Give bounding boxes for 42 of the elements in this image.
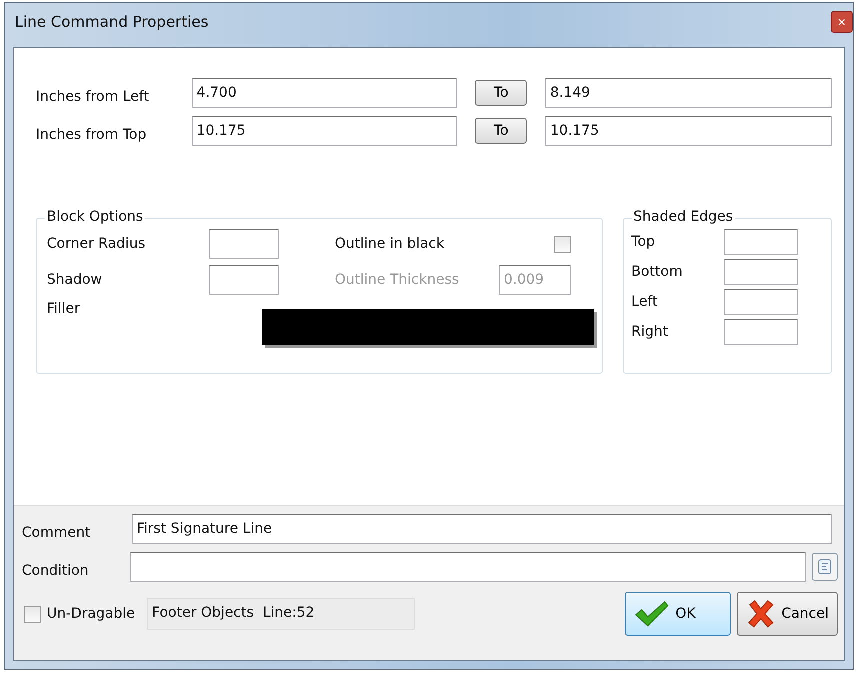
field-label: Corner Radius: [47, 236, 146, 252]
to-button[interactable]: To: [475, 118, 528, 144]
field-label: Outline Thickness: [334, 272, 460, 288]
field-label: Outline in black: [334, 236, 446, 252]
field-label: Left: [632, 294, 659, 310]
input-field[interactable]: [130, 552, 806, 582]
checkbox[interactable]: [554, 236, 571, 252]
close-button[interactable]: ×: [831, 11, 853, 33]
input-field[interactable]: [724, 229, 798, 255]
field-label: Right: [632, 324, 670, 340]
window-title: Line Command Properties: [15, 13, 210, 31]
cross-icon: [746, 599, 776, 629]
color-button[interactable]: [262, 309, 594, 345]
field-label: Bottom: [632, 264, 684, 280]
group-title: Block Options: [45, 209, 146, 225]
field-label: Inches from Top: [36, 126, 148, 143]
group-title: Shaded Edges: [632, 209, 736, 225]
to-button[interactable]: To: [475, 80, 528, 106]
ok-button[interactable]: OK: [624, 592, 731, 636]
field-label: Comment: [22, 524, 92, 541]
document-icon: [817, 559, 834, 575]
expression-button[interactable]: [812, 553, 838, 581]
input-field[interactable]: 4.700: [192, 78, 458, 108]
field-label: Condition: [22, 562, 90, 579]
input-field[interactable]: [209, 229, 279, 259]
field-label: Inches from Left: [36, 88, 150, 105]
input-field[interactable]: 10.175: [192, 116, 458, 146]
checkbox-label: Un-Dragable: [47, 606, 136, 622]
cancel-button[interactable]: Cancel: [736, 592, 838, 636]
input-field[interactable]: [209, 265, 279, 295]
field-label: Filler: [47, 301, 80, 317]
checkbox[interactable]: [24, 606, 41, 622]
field-label: Shadow: [47, 272, 104, 288]
field-label: Top: [632, 234, 656, 250]
input-field[interactable]: [724, 289, 798, 315]
status-field: Footer Objects Line:52: [147, 598, 416, 630]
input-field[interactable]: [724, 319, 798, 345]
input-field[interactable]: 10.175: [545, 116, 832, 146]
input-field[interactable]: 8.149: [545, 78, 832, 108]
checkmark-icon: [634, 600, 670, 628]
input-field[interactable]: First Signature Line: [132, 514, 832, 544]
input-field[interactable]: [724, 259, 798, 285]
